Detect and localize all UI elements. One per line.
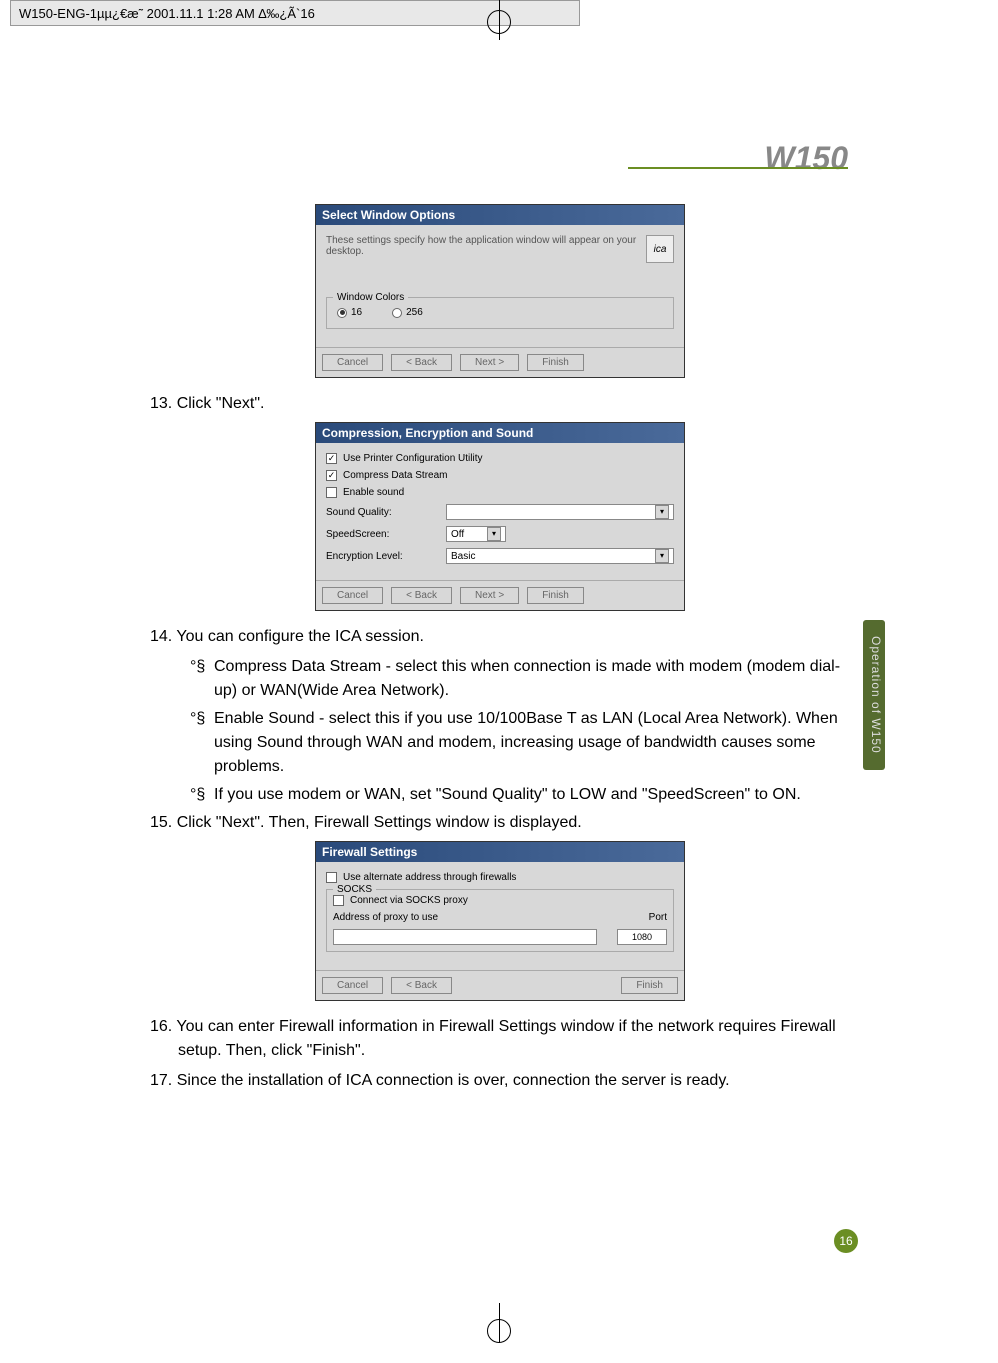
finish-button[interactable]: Finish xyxy=(527,354,584,371)
back-button[interactable]: < Back xyxy=(391,587,452,604)
cancel-button[interactable]: Cancel xyxy=(322,977,383,994)
bullet-3-text: If you use modem or WAN, set "Sound Qual… xyxy=(214,783,850,807)
dialog2-body: ✓ Use Printer Configuration Utility ✓ Co… xyxy=(316,443,684,580)
chevron-down-icon: ▾ xyxy=(655,505,669,519)
socks-proxy-checkbox[interactable]: Connect via SOCKS proxy xyxy=(333,895,667,906)
dialog1-description: These settings specify how the applicati… xyxy=(326,235,674,257)
ica-icon: ica xyxy=(646,235,674,263)
step-13: 13. Click "Next". xyxy=(150,392,850,416)
checkbox-icon xyxy=(326,487,337,498)
registration-circle-icon xyxy=(487,1319,511,1343)
divider-line xyxy=(628,167,848,169)
proxy-addr-label: Address of proxy to use xyxy=(333,912,438,923)
alt-address-label: Use alternate address through firewalls xyxy=(343,872,516,883)
checkbox-icon: ✓ xyxy=(326,470,337,481)
finish-button[interactable]: Finish xyxy=(621,977,678,994)
next-button[interactable]: Next > xyxy=(460,354,519,371)
port-label: Port xyxy=(649,912,667,923)
firewall-settings-dialog: Firewall Settings Use alternate address … xyxy=(315,841,685,1001)
select-window-options-dialog: Select Window Options ica These settings… xyxy=(315,204,685,378)
printer-config-checkbox[interactable]: ✓ Use Printer Configuration Utility xyxy=(326,453,674,464)
dialog2-buttons: Cancel < Back Next > Finish xyxy=(316,580,684,610)
step-16: 16. You can enter Firewall information i… xyxy=(150,1015,850,1063)
cancel-button[interactable]: Cancel xyxy=(322,354,383,371)
bullet-2: °§ Enable Sound - select this if you use… xyxy=(150,707,850,779)
page-number: 16 xyxy=(834,1229,858,1253)
speedscreen-label: SpeedScreen: xyxy=(326,529,436,540)
radio-256-label: 256 xyxy=(406,307,423,318)
speedscreen-value: Off xyxy=(451,529,464,540)
crop-mark-top xyxy=(479,0,519,40)
sound-quality-row: Sound Quality: ▾ xyxy=(326,504,674,520)
dialog1-title: Select Window Options xyxy=(316,205,684,225)
socks-proxy-label: Connect via SOCKS proxy xyxy=(350,895,468,906)
window-colors-group: Window Colors 16 256 xyxy=(326,297,674,329)
compression-encryption-dialog: Compression, Encryption and Sound ✓ Use … xyxy=(315,422,685,611)
speedscreen-dropdown[interactable]: Off ▾ xyxy=(446,526,506,542)
bullet-3: °§ If you use modem or WAN, set "Sound Q… xyxy=(150,783,850,807)
encryption-label: Encryption Level: xyxy=(326,551,436,562)
checkbox-icon: ✓ xyxy=(326,453,337,464)
model-label: W150 xyxy=(764,140,848,177)
window-colors-label: Window Colors xyxy=(333,292,408,303)
check3-label: Enable sound xyxy=(343,487,404,498)
bullet-marker: °§ xyxy=(190,655,214,703)
chevron-down-icon: ▾ xyxy=(487,527,501,541)
enable-sound-checkbox[interactable]: Enable sound xyxy=(326,487,674,498)
encryption-dropdown[interactable]: Basic ▾ xyxy=(446,548,674,564)
checkbox-icon xyxy=(333,895,344,906)
alt-address-checkbox[interactable]: Use alternate address through firewalls xyxy=(326,872,674,883)
checkbox-icon xyxy=(326,872,337,883)
check1-label: Use Printer Configuration Utility xyxy=(343,453,483,464)
bullet-1: °§ Compress Data Stream - select this wh… xyxy=(150,655,850,703)
sound-quality-label: Sound Quality: xyxy=(326,507,436,518)
radio-16[interactable]: 16 xyxy=(337,307,362,318)
cancel-button[interactable]: Cancel xyxy=(322,587,383,604)
step-17: 17. Since the installation of ICA connec… xyxy=(150,1069,850,1093)
dialog3-body: Use alternate address through firewalls … xyxy=(316,862,684,970)
dialog3-title: Firewall Settings xyxy=(316,842,684,862)
encryption-value: Basic xyxy=(451,551,475,562)
bullet-2-text: Enable Sound - select this if you use 10… xyxy=(214,707,850,779)
bullet-marker: °§ xyxy=(190,707,214,779)
page-content: Select Window Options ica These settings… xyxy=(150,198,850,1099)
proxy-fields: 1080 xyxy=(333,929,667,945)
proxy-address-input[interactable] xyxy=(333,929,597,945)
dialog2-title: Compression, Encryption and Sound xyxy=(316,423,684,443)
step-15: 15. Click "Next". Then, Firewall Setting… xyxy=(150,811,850,835)
filename-text: W150-ENG-1µµ¿€æ˜ 2001.11.1 1:28 AM ∆‰¿Ã`… xyxy=(19,6,315,21)
sound-quality-dropdown[interactable]: ▾ xyxy=(446,504,674,520)
step-14: 14. You can configure the ICA session. xyxy=(150,625,850,649)
chevron-down-icon: ▾ xyxy=(655,549,669,563)
finish-button[interactable]: Finish xyxy=(527,587,584,604)
dialog1-buttons: Cancel < Back Next > Finish xyxy=(316,347,684,377)
dialog3-buttons: Cancel < Back Finish xyxy=(316,970,684,1000)
next-button[interactable]: Next > xyxy=(460,587,519,604)
port-input[interactable]: 1080 xyxy=(617,929,667,945)
back-button[interactable]: < Back xyxy=(391,977,452,994)
registration-circle-icon xyxy=(487,10,511,34)
back-button[interactable]: < Back xyxy=(391,354,452,371)
radio-icon xyxy=(392,308,402,318)
proxy-address-row: Address of proxy to use Port xyxy=(333,912,667,923)
crop-mark-bottom xyxy=(479,1303,519,1343)
bullet-marker: °§ xyxy=(190,783,214,807)
radio-256[interactable]: 256 xyxy=(392,307,423,318)
radio-icon xyxy=(337,308,347,318)
compress-checkbox[interactable]: ✓ Compress Data Stream xyxy=(326,470,674,481)
radio-row: 16 256 xyxy=(333,303,667,322)
radio-16-label: 16 xyxy=(351,307,362,318)
speedscreen-row: SpeedScreen: Off ▾ xyxy=(326,526,674,542)
bullet-1-text: Compress Data Stream - select this when … xyxy=(214,655,850,703)
socks-group: SOCKS Connect via SOCKS proxy Address of… xyxy=(326,889,674,952)
section-tab: Operation of W150 xyxy=(863,620,885,770)
socks-label: SOCKS xyxy=(333,884,376,895)
encryption-row: Encryption Level: Basic ▾ xyxy=(326,548,674,564)
dialog1-body: ica These settings specify how the appli… xyxy=(316,225,684,347)
check2-label: Compress Data Stream xyxy=(343,470,447,481)
